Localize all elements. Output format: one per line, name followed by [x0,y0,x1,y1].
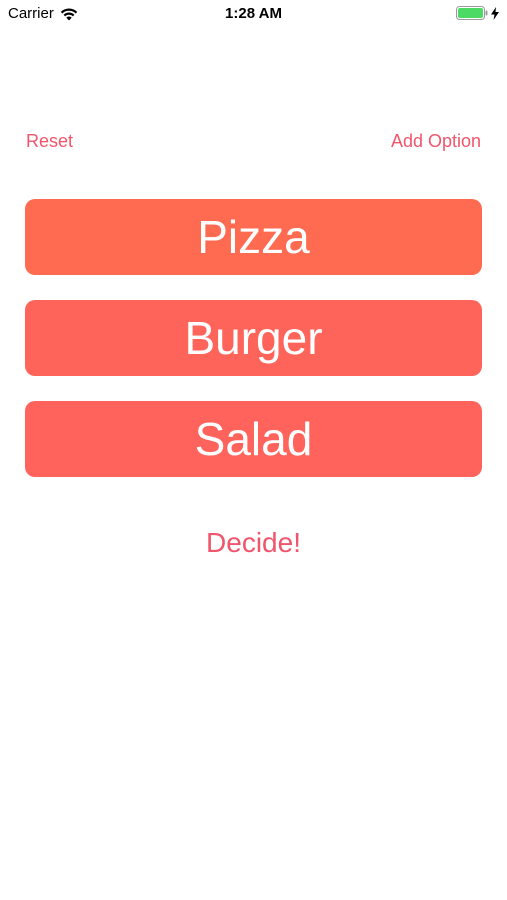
reset-button[interactable]: Reset [26,131,73,152]
battery-indicator [456,6,499,20]
option-pizza-button[interactable]: Pizza [25,199,482,275]
status-bar: Carrier 1:28 AM [0,0,507,28]
decide-button[interactable]: Decide! [0,526,507,560]
option-burger-button[interactable]: Burger [25,300,482,376]
options-list: Pizza Burger Salad [25,199,482,502]
battery-icon [456,6,488,20]
option-salad-button[interactable]: Salad [25,401,482,477]
add-option-button[interactable]: Add Option [391,131,481,152]
charging-bolt-icon [491,6,499,20]
clock: 1:28 AM [225,5,282,22]
